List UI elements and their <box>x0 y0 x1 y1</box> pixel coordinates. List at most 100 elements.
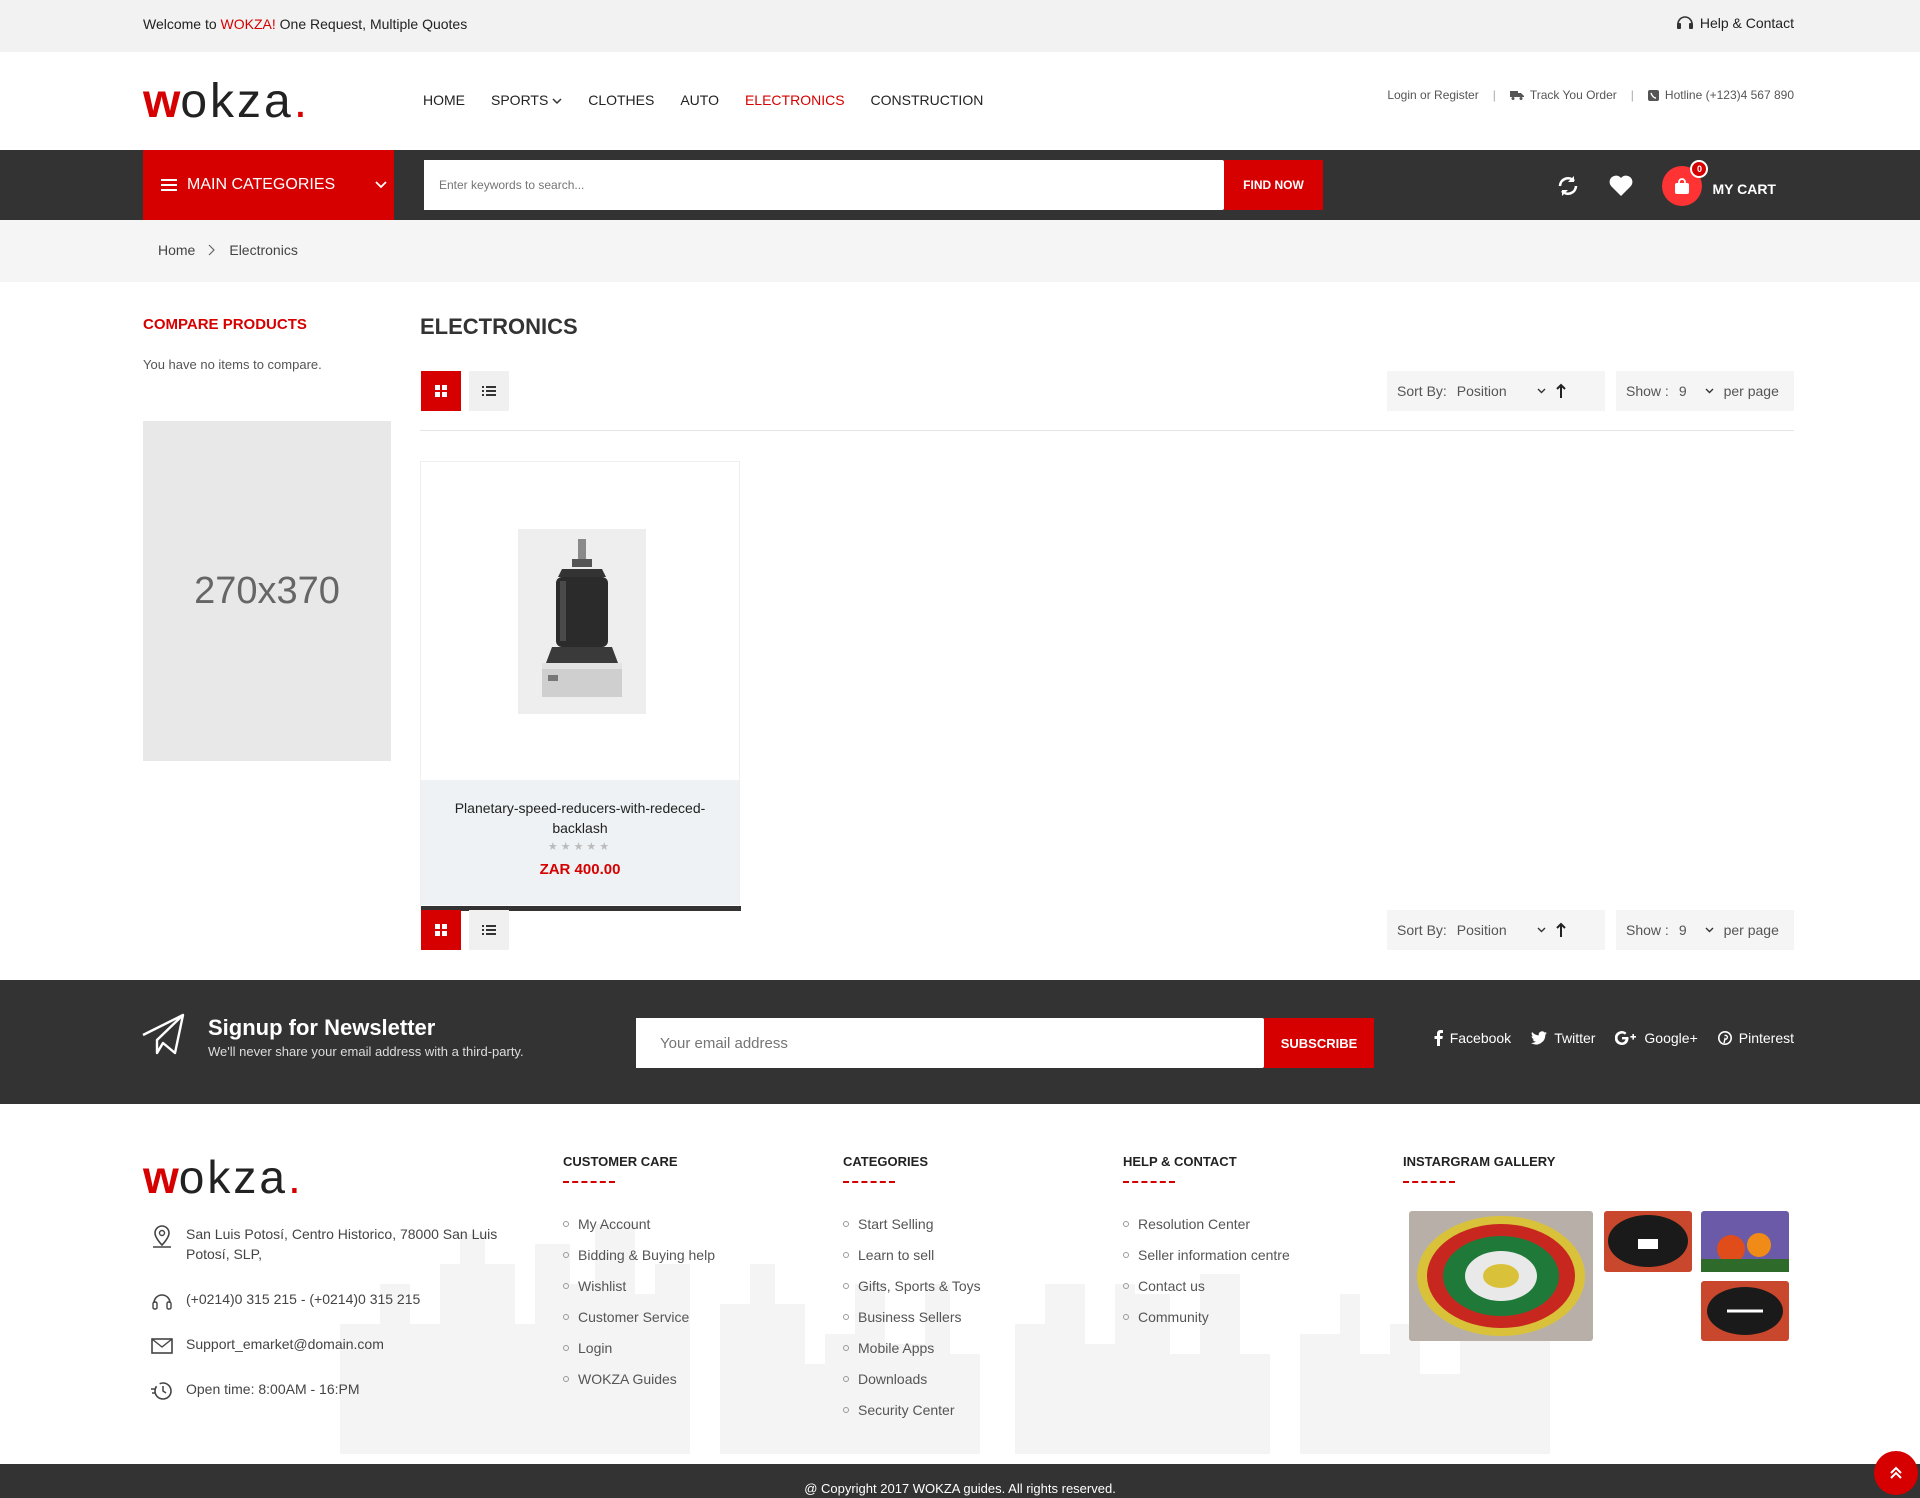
headset-icon <box>1676 16 1693 29</box>
footer-link[interactable]: Business Sellers <box>843 1301 981 1332</box>
twitter-link[interactable]: Twitter <box>1531 1030 1595 1046</box>
nav-construction[interactable]: CONSTRUCTION <box>871 92 984 108</box>
bullet-icon <box>563 1313 569 1320</box>
cart-count-badge: 0 <box>1690 160 1709 178</box>
phone-text: (+0214)0 315 215 - (+0214)0 315 215 <box>186 1291 421 1307</box>
nav-auto[interactable]: AUTO <box>680 92 719 108</box>
refresh-compare-icon[interactable] <box>1556 174 1580 198</box>
title-underline <box>843 1181 895 1183</box>
bullet-icon <box>563 1375 569 1382</box>
nav-home[interactable]: HOME <box>423 92 465 108</box>
footer-link[interactable]: Start Selling <box>843 1208 981 1239</box>
help-contact-link[interactable]: Help & Contact <box>1676 15 1794 31</box>
footer-link[interactable]: Gifts, Sports & Toys <box>843 1270 981 1301</box>
nav-electronics[interactable]: ELECTRONICS <box>745 92 845 108</box>
footer-link-label: Gifts, Sports & Toys <box>858 1277 981 1294</box>
grid-view-button[interactable] <box>421 371 461 411</box>
pinterest-link[interactable]: Pinterest <box>1717 1030 1794 1046</box>
bullet-icon <box>843 1406 849 1413</box>
gallery-image-flowers[interactable] <box>1701 1211 1789 1272</box>
welcome-suffix: One Request, Multiple Quotes <box>275 16 468 32</box>
title-underline <box>1403 1181 1455 1183</box>
product-image[interactable] <box>518 529 646 714</box>
sort-by-select[interactable]: Position <box>1457 922 1546 938</box>
list-view-button-bottom[interactable] <box>469 910 509 950</box>
sidebar-banner[interactable]: 270x370 <box>143 421 391 761</box>
my-cart-button[interactable]: 0 MY CART <box>1662 160 1776 206</box>
pinterest-label: Pinterest <box>1738 1030 1794 1046</box>
footer-link[interactable]: Seller information centre <box>1123 1239 1290 1270</box>
list-view-button[interactable] <box>469 371 509 411</box>
chevron-down-icon <box>375 181 387 189</box>
sort-by-label: Sort By: <box>1397 922 1447 938</box>
nav-clothes[interactable]: CLOTHES <box>588 92 654 108</box>
hotline-label: Hotline (+123)4 567 890 <box>1664 88 1794 102</box>
category-bar: MAIN CATEGORIES FIND NOW 0 MY CART <box>0 150 1920 220</box>
show-value: 9 <box>1678 922 1687 938</box>
footer-link[interactable]: Bidding & Buying help <box>563 1239 715 1270</box>
subscribe-button[interactable]: SUBSCRIBE <box>1264 1018 1374 1068</box>
customer-care-title: CUSTOMER CARE <box>563 1154 715 1183</box>
grid-icon <box>435 385 447 397</box>
footer-link[interactable]: Downloads <box>843 1363 981 1394</box>
nav-sports[interactable]: SPORTS <box>491 92 562 108</box>
search-input[interactable] <box>424 160 1222 210</box>
grid-view-button-bottom[interactable] <box>421 910 461 950</box>
track-order-link[interactable]: Track You Order <box>1509 88 1617 102</box>
footer-link[interactable]: Learn to sell <box>843 1239 981 1270</box>
gallery-image-cup[interactable] <box>1604 1211 1692 1272</box>
customer-care-column: CUSTOMER CARE My Account Bidding & Buyin… <box>563 1154 715 1394</box>
footer-link[interactable]: Security Center <box>843 1394 981 1425</box>
footer-link[interactable]: Mobile Apps <box>843 1332 981 1363</box>
footer-link[interactable]: Customer Service <box>563 1301 715 1332</box>
gallery-image-rangoli[interactable] <box>1409 1211 1593 1341</box>
footer-link-label: Community <box>1138 1308 1209 1325</box>
footer-link[interactable]: Community <box>1123 1301 1290 1332</box>
footer-logo[interactable]: w okza. <box>143 1150 304 1204</box>
help-contact-list: Resolution Center Seller information cen… <box>1123 1208 1290 1332</box>
footer-link[interactable]: Resolution Center <box>1123 1208 1290 1239</box>
show-label: Show : <box>1626 922 1669 938</box>
newsletter-subtitle: We'll never share your email address wit… <box>208 1044 524 1059</box>
scroll-to-top-button[interactable] <box>1874 1451 1918 1495</box>
email-text[interactable]: Support_emarket@domain.com <box>186 1334 384 1356</box>
help-contact-title: HELP & CONTACT <box>1123 1154 1290 1183</box>
breadcrumb-home[interactable]: Home <box>158 242 195 258</box>
title-underline <box>1123 1181 1175 1183</box>
per-page-label: per page <box>1723 383 1779 399</box>
footer-link[interactable]: Wishlist <box>563 1270 715 1301</box>
list-icon <box>482 925 496 935</box>
breadcrumb-bar: Home Electronics <box>0 220 1920 282</box>
bullet-icon <box>563 1344 569 1351</box>
gallery-title: INSTARGRAM GALLERY <box>1403 1154 1555 1183</box>
product-card[interactable]: Planetary-speed-reducers-with-redeced-ba… <box>420 461 741 911</box>
shopping-bag-icon <box>1675 178 1690 194</box>
sort-by-select[interactable]: Position <box>1457 383 1546 399</box>
list-icon <box>482 386 496 396</box>
main-categories-button[interactable]: MAIN CATEGORIES <box>143 150 394 220</box>
track-order-label: Track You Order <box>1529 88 1617 102</box>
bullet-icon <box>563 1282 569 1289</box>
footer-phone: (+0214)0 315 215 - (+0214)0 315 215 <box>150 1289 420 1313</box>
footer-link[interactable]: WOKZA Guides <box>563 1363 715 1394</box>
product-price: ZAR 400.00 <box>539 861 621 878</box>
show-select[interactable]: 9 <box>1679 922 1714 938</box>
sort-direction-icon[interactable] <box>1555 922 1566 938</box>
google-plus-link[interactable]: Google+ <box>1615 1030 1698 1046</box>
gallery-image-bowl[interactable] <box>1701 1281 1789 1341</box>
sort-by-control: Sort By: Position <box>1387 371 1605 411</box>
newsletter-email-input[interactable] <box>636 1018 1256 1068</box>
footer-link[interactable]: My Account <box>563 1208 715 1239</box>
heart-icon[interactable] <box>1608 174 1634 198</box>
footer-link-label: Mobile Apps <box>858 1339 935 1356</box>
footer-link[interactable]: Login <box>563 1332 715 1363</box>
site-logo[interactable]: w okza. <box>143 74 310 129</box>
show-select[interactable]: 9 <box>1679 383 1714 399</box>
login-register-link[interactable]: Login or Register <box>1387 88 1478 102</box>
product-name[interactable]: Planetary-speed-reducers-with-redeced-ba… <box>421 798 739 838</box>
footer-link[interactable]: Contact us <box>1123 1270 1290 1301</box>
bullet-icon <box>843 1344 849 1351</box>
facebook-link[interactable]: Facebook <box>1434 1030 1511 1046</box>
find-now-button[interactable]: FIND NOW <box>1224 160 1323 210</box>
sort-direction-icon[interactable] <box>1555 383 1566 399</box>
